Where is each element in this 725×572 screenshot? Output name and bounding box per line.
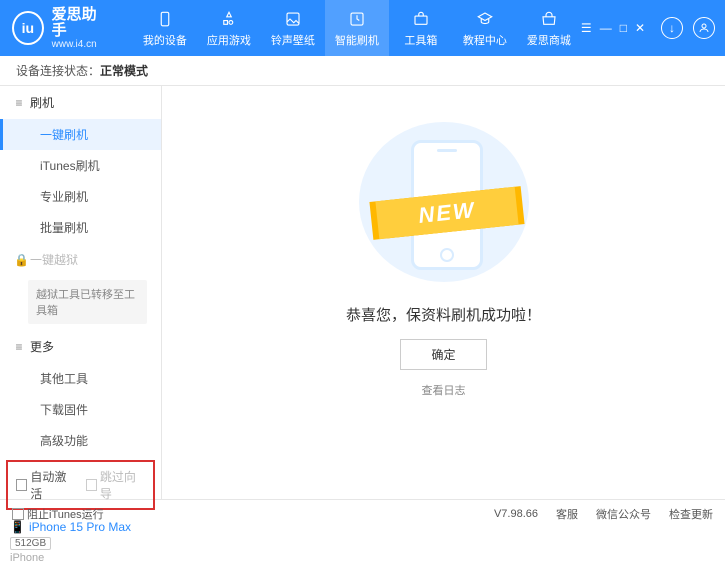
device-storage: 512GB: [10, 537, 51, 550]
sidebar-item-itunes[interactable]: iTunes刷机: [0, 150, 161, 181]
nav-my-device[interactable]: 我的设备: [133, 0, 197, 56]
main-content: NEW 恭喜您，保资料刷机成功啦！ 确定 查看日志: [162, 86, 725, 499]
minimize-icon[interactable]: —: [600, 21, 612, 35]
checkbox-text: 阻止iTunes运行: [27, 506, 104, 522]
status-prefix: 设备连接状态：: [16, 62, 100, 79]
checkbox-icon: [12, 508, 24, 520]
checkbox-icon: [86, 479, 97, 491]
chevron-icon: ≡: [14, 96, 24, 110]
nav-tutorials[interactable]: 教程中心: [453, 0, 517, 56]
device-info: 📱 iPhone 15 Pro Max 512GB iPhone: [0, 514, 161, 572]
nav-label: 应用游戏: [207, 32, 251, 48]
flash-icon: [347, 9, 367, 29]
nav-label: 我的设备: [143, 32, 187, 48]
download-button[interactable]: ↓: [661, 17, 683, 39]
sidebar-item-batch[interactable]: 批量刷机: [0, 212, 161, 243]
toolbox-icon: [411, 9, 431, 29]
checkbox-icon: [16, 479, 27, 491]
group-label: 刷机: [30, 94, 54, 111]
window-controls: ☰ — □ ✕: [581, 21, 645, 35]
device-name: iPhone 15 Pro Max: [29, 520, 131, 534]
footer-wechat-link[interactable]: 微信公众号: [596, 506, 651, 522]
version-label: V7.98.66: [494, 508, 538, 520]
footer-update-link[interactable]: 检查更新: [669, 506, 713, 522]
status-value: 正常模式: [100, 62, 148, 79]
sidebar-item-pro[interactable]: 专业刷机: [0, 181, 161, 212]
wallpaper-icon: [283, 9, 303, 29]
maximize-icon[interactable]: □: [620, 21, 627, 35]
nav-apps[interactable]: 应用游戏: [197, 0, 261, 56]
brand-title: 爱思助手: [52, 7, 107, 39]
device-name-row[interactable]: 📱 iPhone 15 Pro Max: [10, 520, 151, 534]
phone-icon: 📱: [10, 520, 25, 534]
sidebar: ≡ 刷机 一键刷机 iTunes刷机 专业刷机 批量刷机 🔒 一键越狱 越狱工具…: [0, 86, 162, 499]
checkbox-block-itunes[interactable]: 阻止iTunes运行: [12, 506, 104, 522]
ok-button[interactable]: 确定: [400, 339, 486, 370]
device-icon: [155, 9, 175, 29]
checkbox-skip-guide: 跳过向导: [86, 468, 146, 502]
sidebar-group-jailbreak: 🔒 一键越狱: [0, 243, 161, 276]
nav-ringtones[interactable]: 铃声壁纸: [261, 0, 325, 56]
menu-icon[interactable]: ☰: [581, 21, 592, 35]
tutorial-icon: [475, 9, 495, 29]
nav-label: 教程中心: [463, 32, 507, 48]
view-log-link[interactable]: 查看日志: [422, 382, 466, 398]
sidebar-group-flash[interactable]: ≡ 刷机: [0, 86, 161, 119]
checkbox-text: 跳过向导: [100, 468, 145, 502]
sidebar-item-onekey[interactable]: 一键刷机: [0, 119, 161, 150]
device-type: iPhone: [10, 552, 151, 564]
brand-block: 爱思助手 www.i4.cn: [52, 7, 107, 50]
nav-label: 工具箱: [404, 32, 437, 48]
group-label: 更多: [30, 338, 54, 355]
nav-flash[interactable]: 智能刷机: [325, 0, 389, 56]
app-logo: iu: [12, 11, 44, 45]
store-icon: [539, 9, 559, 29]
success-illustration: NEW: [359, 122, 529, 282]
main-nav: 我的设备 应用游戏 铃声壁纸 智能刷机 工具箱 教程中心 爱思商城: [133, 0, 581, 56]
sidebar-group-more[interactable]: ≡ 更多: [0, 330, 161, 363]
chevron-icon: ≡: [14, 340, 24, 354]
highlight-box: 自动激活 跳过向导: [6, 460, 155, 510]
footer-service-link[interactable]: 客服: [556, 506, 578, 522]
checkbox-text: 自动激活: [30, 468, 75, 502]
sidebar-item-other-tools[interactable]: 其他工具: [0, 363, 161, 394]
group-label: 一键越狱: [30, 251, 78, 268]
close-icon[interactable]: ✕: [635, 21, 645, 35]
nav-label: 智能刷机: [335, 32, 379, 48]
sidebar-item-firmware[interactable]: 下载固件: [0, 394, 161, 425]
apps-icon: [219, 9, 239, 29]
sidebar-item-advanced[interactable]: 高级功能: [0, 425, 161, 456]
nav-toolbox[interactable]: 工具箱: [389, 0, 453, 56]
user-button[interactable]: [693, 17, 715, 39]
nav-label: 铃声壁纸: [271, 32, 315, 48]
nav-label: 爱思商城: [527, 32, 571, 48]
status-bar: 设备连接状态： 正常模式: [0, 56, 725, 86]
checkbox-auto-activate[interactable]: 自动激活: [16, 468, 76, 502]
brand-subtitle: www.i4.cn: [52, 39, 107, 50]
success-message: 恭喜您，保资料刷机成功啦！: [346, 304, 541, 325]
lock-icon: 🔒: [14, 253, 24, 267]
jailbreak-note: 越狱工具已转移至工具箱: [28, 280, 147, 324]
nav-store[interactable]: 爱思商城: [517, 0, 581, 56]
